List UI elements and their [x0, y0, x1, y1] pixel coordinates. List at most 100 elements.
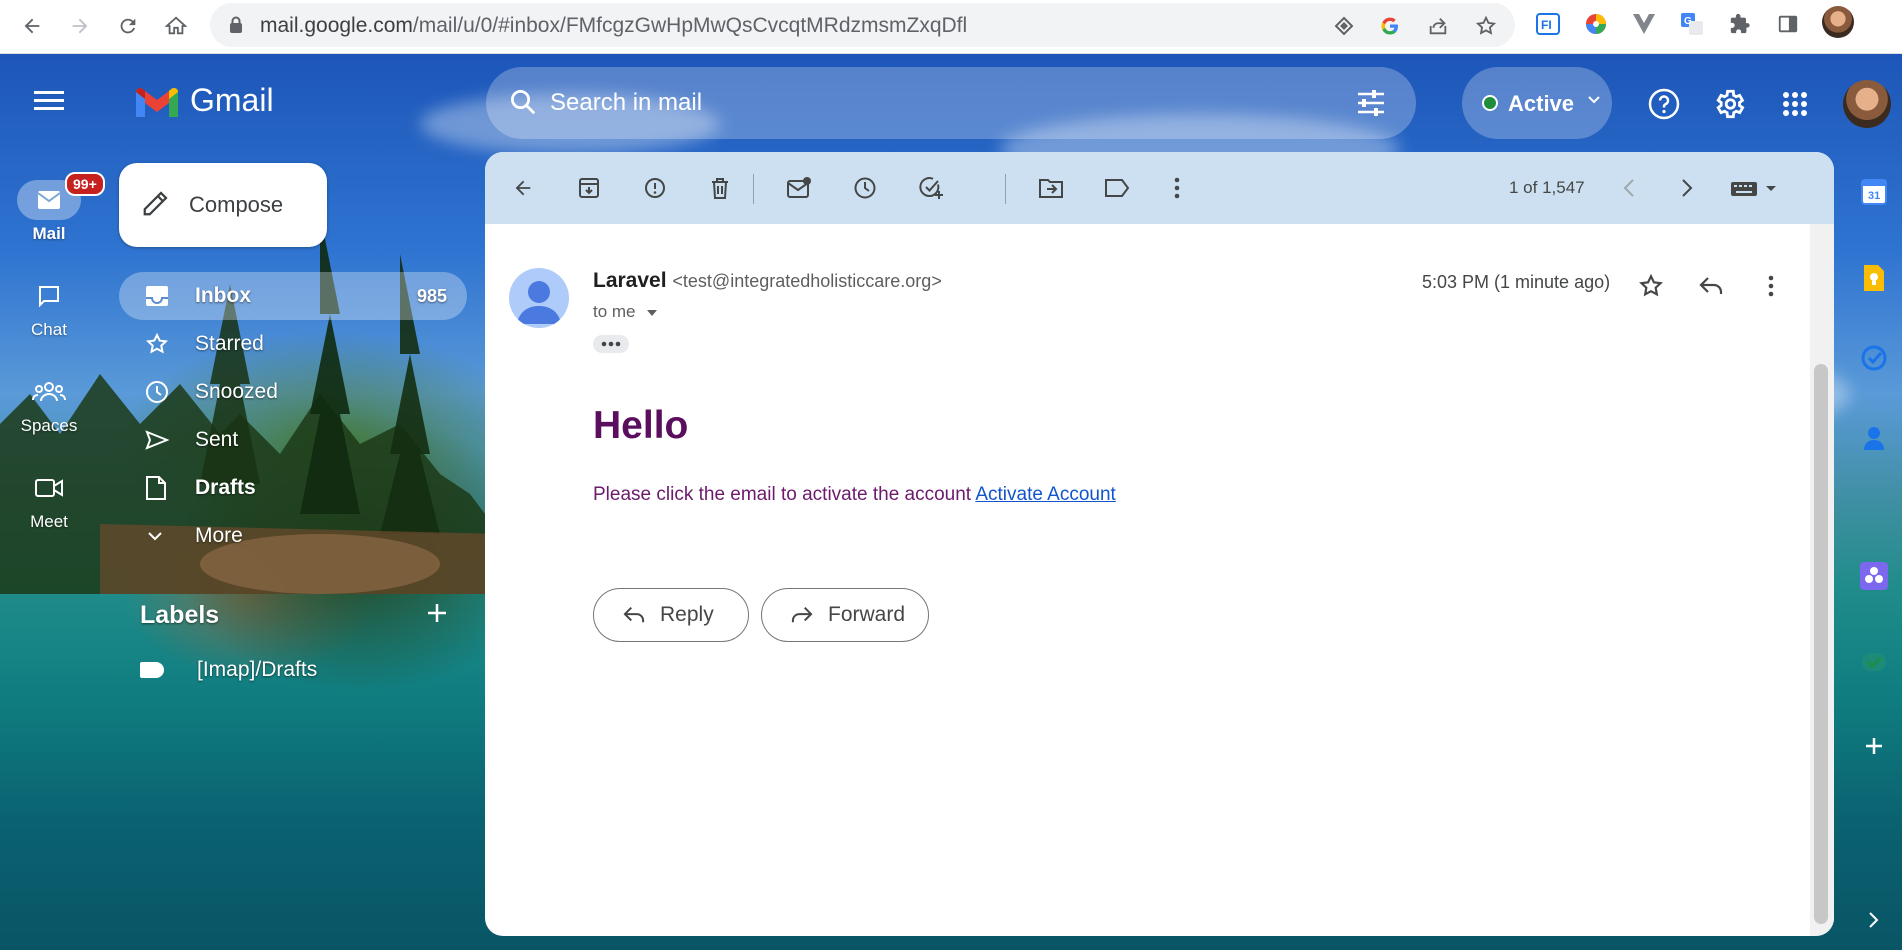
add-task-icon[interactable] [915, 172, 947, 204]
side-panel-icon[interactable] [1774, 10, 1802, 38]
back-to-inbox-icon[interactable] [507, 172, 539, 204]
search-bar[interactable]: Search in mail [486, 67, 1416, 139]
message-scrollbar[interactable] [1810, 224, 1834, 936]
rail-item-meet[interactable]: Meet [0, 468, 98, 532]
extension-fi-icon[interactable]: FI [1534, 10, 1562, 38]
side-panel: 31 [1846, 152, 1902, 950]
sender-avatar[interactable] [509, 268, 569, 328]
contacts-icon[interactable] [1860, 424, 1888, 452]
forward-arrow-icon[interactable] [64, 10, 96, 42]
send-icon [145, 428, 183, 452]
nav-label: More [195, 524, 243, 547]
older-chevron-right-icon[interactable] [1671, 172, 1703, 204]
nav-item-sent[interactable]: Sent [119, 416, 467, 464]
tasks-icon[interactable] [1860, 344, 1888, 372]
google-icon[interactable] [1377, 13, 1403, 39]
report-spam-icon[interactable] [639, 172, 671, 204]
toolbar-divider [753, 174, 754, 204]
video-camera-icon [17, 468, 81, 508]
label-item-imap-drafts[interactable]: [Imap]/Drafts [140, 658, 317, 682]
rail-item-spaces[interactable]: Spaces [0, 372, 98, 436]
more-options-icon[interactable] [1753, 268, 1789, 304]
help-icon[interactable] [1646, 86, 1682, 122]
star-icon [145, 332, 183, 356]
newer-chevron-left-icon[interactable] [1613, 172, 1645, 204]
nav-item-starred[interactable]: Starred [119, 320, 467, 368]
scrollbar-thumb[interactable] [1814, 364, 1828, 924]
puzzle-extensions-icon[interactable] [1726, 10, 1754, 38]
search-icon[interactable] [508, 87, 538, 122]
star-message-icon[interactable] [1633, 268, 1669, 304]
sender-email: <test@integratedholisticcare.org> [672, 271, 942, 291]
chevron-down-icon [1586, 91, 1602, 112]
recipient-details[interactable]: to me [593, 302, 658, 322]
search-options-icon[interactable] [1356, 89, 1386, 122]
back-arrow-icon[interactable] [16, 10, 48, 42]
forward-button[interactable]: Forward [761, 588, 929, 642]
calendar-icon[interactable]: 31 [1860, 178, 1888, 206]
bookmark-star-icon[interactable] [1473, 13, 1499, 39]
input-tools-keyboard-icon[interactable] [1729, 172, 1781, 204]
sender-line: Laravel <test@integratedholisticcare.org… [593, 269, 942, 293]
color-wheel-icon[interactable] [1582, 10, 1610, 38]
inbox-count: 985 [416, 285, 447, 306]
expand-panel-chevron-icon[interactable] [1860, 906, 1888, 934]
address-bar[interactable]: mail.google.com/mail/u/0/#inbox/FMfcgzGw… [210, 3, 1515, 47]
gmail-logo[interactable]: Gmail [134, 82, 274, 119]
home-icon[interactable] [160, 10, 192, 42]
nav-label: Drafts [195, 476, 256, 499]
share-icon[interactable] [1425, 13, 1451, 39]
message-time: 5:03 PM (1 minute ago) [1422, 272, 1611, 292]
archive-icon[interactable] [573, 172, 605, 204]
rail-item-mail[interactable]: 99+ Mail [0, 172, 105, 244]
file-icon [145, 475, 183, 501]
nav-label: Inbox [195, 284, 251, 307]
account-avatar[interactable] [1843, 80, 1891, 128]
status-dot [1482, 95, 1498, 111]
browser-toolbar: mail.google.com/mail/u/0/#inbox/FMfcgzGw… [0, 0, 1902, 54]
nav-label: Sent [195, 428, 239, 451]
rail-label-mail: Mail [32, 224, 66, 243]
settings-gear-icon[interactable] [1711, 86, 1747, 122]
forward-label: Forward [828, 603, 906, 626]
inbox-icon [145, 285, 183, 307]
delete-trash-icon[interactable] [704, 172, 736, 204]
nav-item-more[interactable]: More [119, 512, 467, 560]
keep-icon[interactable] [1860, 264, 1888, 292]
compose-button[interactable]: Compose [119, 163, 327, 247]
reload-icon[interactable] [112, 10, 144, 42]
email-heading: Hello [593, 404, 689, 447]
apps-grid-icon[interactable] [1777, 86, 1813, 122]
clickup-addon-icon[interactable] [1860, 562, 1888, 590]
move-to-folder-icon[interactable] [1035, 172, 1067, 204]
get-addons-plus-icon[interactable] [1860, 732, 1888, 760]
mark-unread-icon[interactable] [783, 172, 815, 204]
sender-name: Laravel [593, 269, 667, 292]
activate-account-link[interactable]: Activate Account [975, 484, 1115, 505]
labels-heading: Labels [140, 601, 220, 629]
label-icon[interactable] [1101, 172, 1133, 204]
svg-text:G: G [1684, 16, 1692, 27]
email-body: Please click the email to activate the a… [593, 484, 1116, 506]
rail-item-chat[interactable]: Chat [0, 276, 98, 340]
vuejs-icon[interactable] [1630, 10, 1658, 38]
status-selector[interactable]: Active [1462, 67, 1612, 139]
nav-item-drafts[interactable]: Drafts [119, 464, 467, 512]
chat-icon [17, 276, 81, 316]
checkmark-addon-icon[interactable] [1860, 648, 1888, 676]
forward-arrow-icon [790, 605, 814, 625]
lens-icon[interactable] [1331, 13, 1357, 39]
app-name: Gmail [190, 82, 274, 118]
nav-item-inbox[interactable]: Inbox 985 [119, 272, 467, 320]
translate-icon[interactable]: G [1678, 10, 1706, 38]
snooze-clock-icon[interactable] [849, 172, 881, 204]
more-vertical-icon[interactable] [1161, 172, 1193, 204]
nav-item-snoozed[interactable]: Snoozed [119, 368, 467, 416]
add-label-icon[interactable] [426, 602, 448, 629]
reply-button[interactable]: Reply [593, 588, 749, 642]
reply-icon[interactable] [1693, 268, 1729, 304]
show-trimmed-content-icon[interactable] [593, 335, 629, 353]
nav-label: Snoozed [195, 380, 278, 403]
search-input[interactable]: Search in mail [550, 89, 702, 117]
profile-avatar-icon[interactable] [1822, 6, 1854, 38]
